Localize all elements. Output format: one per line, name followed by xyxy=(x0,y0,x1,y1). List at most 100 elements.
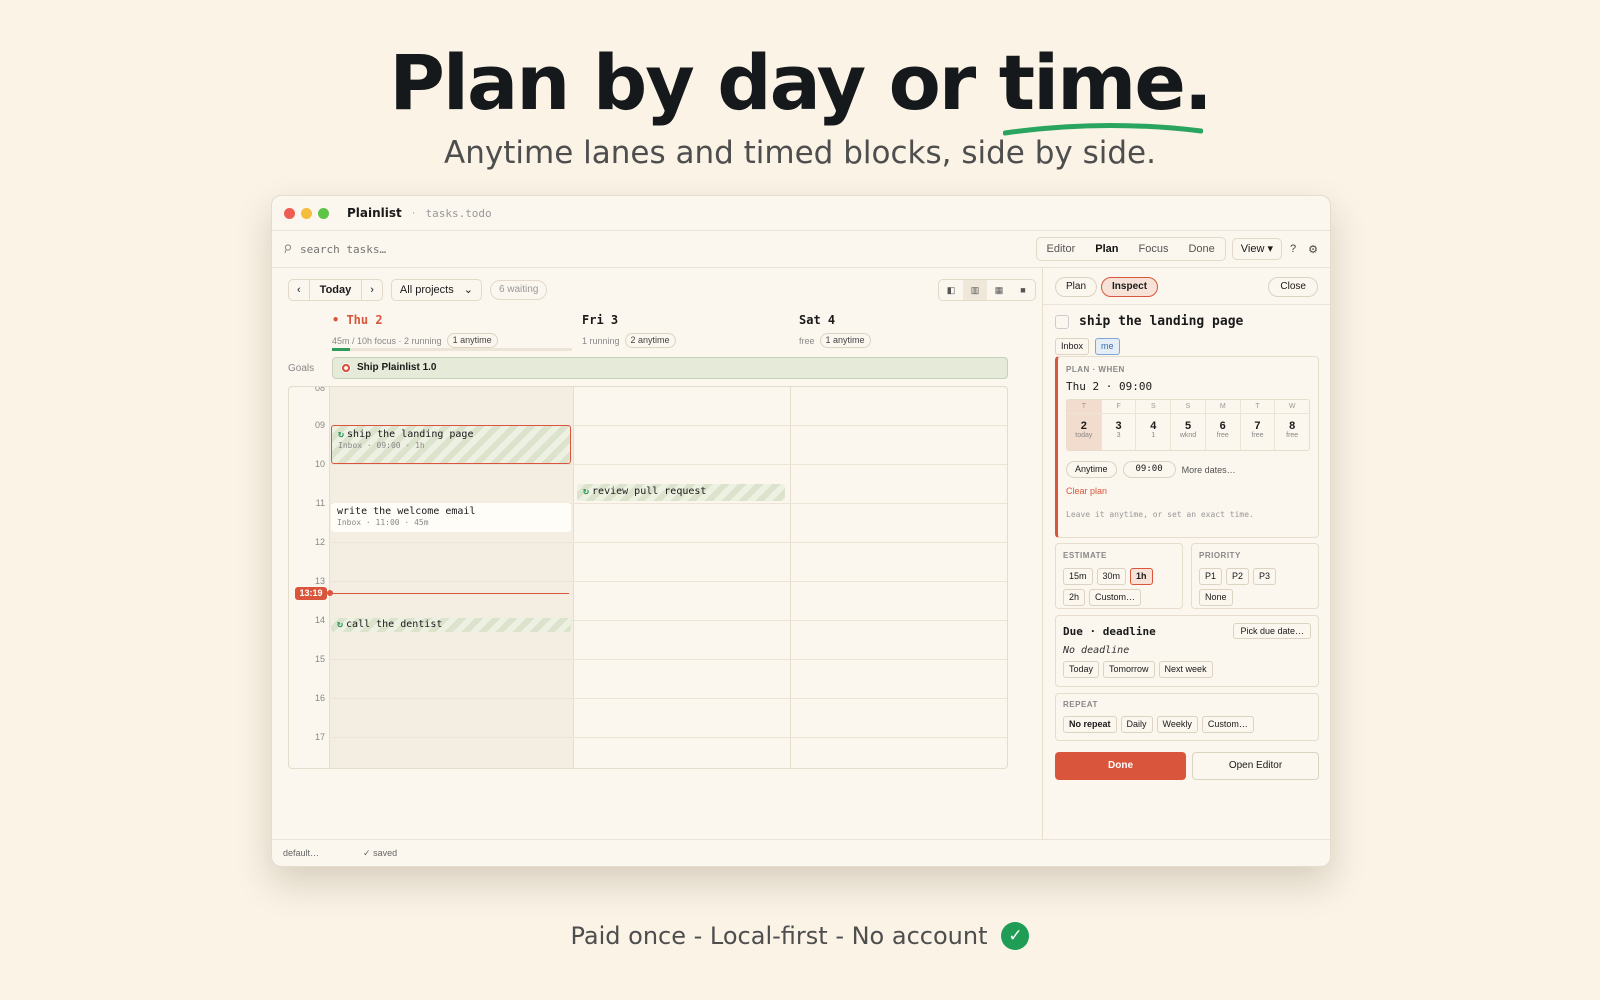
priority-option[interactable]: None xyxy=(1199,589,1233,606)
date-cell[interactable]: S 41 xyxy=(1136,400,1172,450)
plan-hint: Leave it anytime, or set an exact time. xyxy=(1066,510,1254,519)
tag-inbox[interactable]: Inbox xyxy=(1055,338,1090,355)
date-cell[interactable]: T 2 today xyxy=(1067,400,1102,450)
search-input[interactable] xyxy=(300,242,600,256)
today-button[interactable]: Today xyxy=(308,280,363,300)
layout-4-icon[interactable]: ■ xyxy=(1011,280,1035,300)
layout-switcher: ◧ ▥ ▦ ■ xyxy=(938,279,1036,301)
tab-inspect[interactable]: Inspect xyxy=(1101,277,1159,297)
date-note: free xyxy=(1216,432,1229,439)
date-num: 4 xyxy=(1150,420,1157,432)
day-name: • Thu 2 xyxy=(332,313,383,327)
view-menu-button[interactable]: View ▾ xyxy=(1231,238,1282,260)
day-header-fri[interactable]: Fri 3 1 running 2 anytime xyxy=(582,313,790,348)
anytime-pill[interactable]: 1 anytime xyxy=(819,333,871,348)
project-filter-select[interactable]: All projects ⌄ xyxy=(390,279,482,301)
help-button[interactable]: ? xyxy=(1290,243,1296,255)
priority-options: P1 P2 P3 None xyxy=(1199,568,1311,606)
app-name: Plainlist xyxy=(347,206,402,220)
estimate-option[interactable]: Custom… xyxy=(1089,589,1142,606)
hour-label: 12 xyxy=(314,537,325,547)
hour-label: 14 xyxy=(314,615,325,625)
estimate-option[interactable]: 2h xyxy=(1063,589,1086,606)
repeat-option[interactable]: Weekly xyxy=(1156,716,1198,733)
estimate-options: 15m 30m 1h 2h Custom… xyxy=(1063,568,1175,606)
waiting-badge[interactable]: 6 waiting xyxy=(489,280,548,300)
priority-option[interactable]: P1 xyxy=(1199,568,1223,585)
prev-button[interactable]: ‹ xyxy=(289,280,309,300)
task-checkbox[interactable] xyxy=(1055,314,1069,329)
close-button[interactable]: Close xyxy=(1268,277,1318,297)
repeat-option[interactable]: No repeat xyxy=(1063,716,1117,733)
time-row: Anytime 09:00 More dates… xyxy=(1066,461,1310,478)
goal-title: Ship Plainlist 1.0 xyxy=(357,362,437,373)
date-cell[interactable]: F 33 xyxy=(1101,400,1137,450)
hour-line xyxy=(329,659,1007,660)
due-option[interactable]: Today xyxy=(1063,661,1100,678)
tag-me[interactable]: me xyxy=(1095,338,1120,355)
hour-line xyxy=(329,542,1007,543)
footer-tagline: Paid once - Local-first - No account ✓ xyxy=(0,922,1600,950)
goal-bar[interactable]: Ship Plainlist 1.0 xyxy=(332,357,1008,379)
hour-line xyxy=(329,698,1007,699)
due-option[interactable]: Next week xyxy=(1158,661,1213,678)
mode-done[interactable]: Done xyxy=(1178,238,1224,260)
close-window-icon[interactable] xyxy=(284,207,295,219)
layout-2-icon[interactable]: ▥ xyxy=(963,280,987,300)
anytime-pill[interactable]: 2 anytime xyxy=(624,333,676,348)
event-block[interactable]: write the welcome email Inbox · 11:00 · … xyxy=(331,503,571,532)
event-block[interactable]: ↻ call the dentist xyxy=(331,618,571,632)
day-header-sat[interactable]: Sat 4 free 1 anytime xyxy=(799,313,1007,348)
tab-plan[interactable]: Plan xyxy=(1055,277,1098,297)
repeat-option[interactable]: Daily xyxy=(1120,716,1153,733)
event-title-row: ↻ ship the landing page xyxy=(338,429,564,440)
hero-title-highlight-text: time. xyxy=(998,38,1213,127)
priority-option[interactable]: P3 xyxy=(1253,568,1277,585)
anytime-pill[interactable]: 1 anytime xyxy=(446,333,498,348)
event-block[interactable]: ↻ ship the landing page Inbox · 09:00 · 1… xyxy=(331,425,571,464)
layout-1-icon[interactable]: ◧ xyxy=(939,280,963,300)
pick-due-date-button[interactable]: Pick due date… xyxy=(1233,623,1311,639)
maximize-window-icon[interactable] xyxy=(318,207,329,219)
column-divider xyxy=(329,387,330,768)
mode-plan[interactable]: Plan xyxy=(1085,238,1128,260)
next-button[interactable]: › xyxy=(362,280,382,300)
task-title[interactable]: ship the landing page xyxy=(1079,314,1243,329)
titlebar: Plainlist · tasks.todo xyxy=(272,196,1330,231)
done-button[interactable]: Done xyxy=(1055,752,1186,780)
mode-editor[interactable]: Editor xyxy=(1037,238,1086,260)
goals-row: Goals Ship Plainlist 1.0 xyxy=(288,357,1008,381)
mode-switcher: Editor Plan Focus Done xyxy=(1035,237,1226,261)
estimate-label: ESTIMATE xyxy=(1063,551,1107,560)
date-cell[interactable]: T 7 free xyxy=(1240,400,1276,450)
due-option[interactable]: Tomorrow xyxy=(1103,661,1155,678)
open-editor-button[interactable]: Open Editor xyxy=(1192,752,1319,780)
time-grid[interactable]: 08 09 10 11 12 13 14 15 16 17 ↻ ship the … xyxy=(288,386,1008,769)
estimate-option[interactable]: 30m xyxy=(1096,568,1127,585)
anytime-chip[interactable]: Anytime xyxy=(1066,461,1117,478)
day-name: Fri 3 xyxy=(582,313,619,327)
clear-plan-link[interactable]: Clear plan xyxy=(1066,486,1310,496)
date-cell[interactable]: W 8 free xyxy=(1275,400,1309,450)
date-cell[interactable]: S 5 wknd xyxy=(1171,400,1206,450)
day-header-thu[interactable]: • Thu 2 45m / 10h focus · 2 running 1 any… xyxy=(332,313,576,348)
repeat-option[interactable]: Custom… xyxy=(1201,716,1254,733)
layout-3-icon[interactable]: ▦ xyxy=(987,280,1011,300)
day-meta: 45m / 10h focus · 2 running 1 anytime xyxy=(332,333,576,348)
hero-title-main: Plan by day or xyxy=(389,38,999,127)
date-cell[interactable]: M 6 free xyxy=(1205,400,1241,450)
mode-focus[interactable]: Focus xyxy=(1129,238,1179,260)
gear-icon[interactable]: ⚙ xyxy=(1308,243,1318,256)
date-dow: S xyxy=(1136,400,1171,414)
day-meta: 1 running 2 anytime xyxy=(582,333,790,348)
day-meta-text: 1 running xyxy=(582,335,620,346)
estimate-option[interactable]: 15m xyxy=(1063,568,1093,585)
priority-option[interactable]: P2 xyxy=(1226,568,1250,585)
event-block[interactable]: ↻ review pull request xyxy=(577,484,785,501)
time-input[interactable]: 09:00 xyxy=(1122,461,1176,478)
focus-progress-bar xyxy=(332,348,572,351)
estimate-option[interactable]: 1h xyxy=(1130,568,1153,585)
more-dates-link[interactable]: More dates… xyxy=(1182,465,1236,475)
repeat-label: REPEAT xyxy=(1063,700,1098,709)
minimize-window-icon[interactable] xyxy=(301,207,312,219)
